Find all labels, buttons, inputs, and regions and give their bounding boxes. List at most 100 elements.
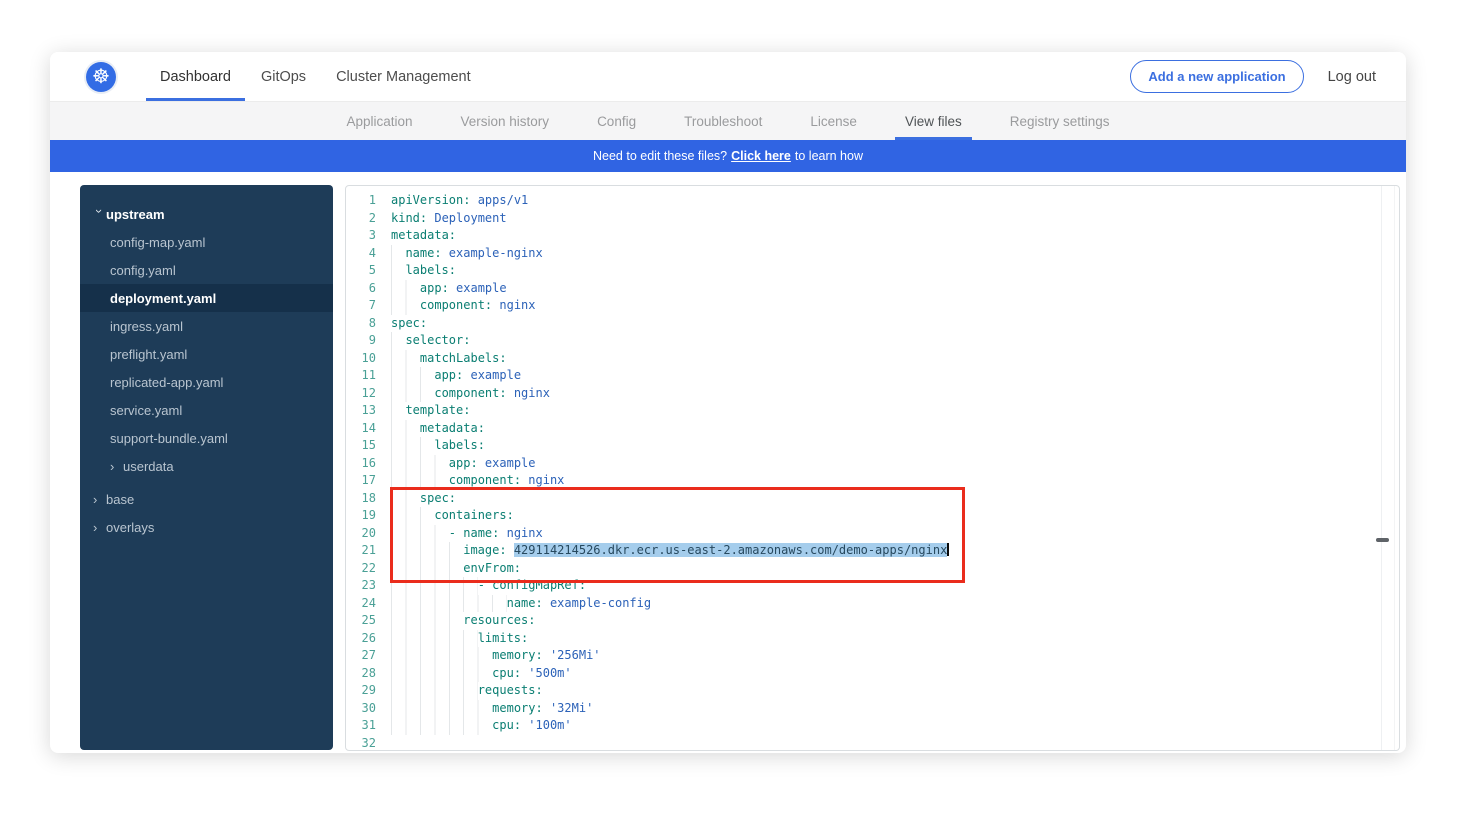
code-line: 23- configMapRef: <box>346 577 1399 595</box>
line-number: 19 <box>346 507 376 525</box>
tab-license[interactable]: License <box>810 102 857 140</box>
line-number: 1 <box>346 192 376 210</box>
code-line: 12component: nginx <box>346 385 1399 403</box>
sidebar-item-service-yaml[interactable]: service.yaml <box>80 396 333 424</box>
sidebar-item-label: base <box>106 492 134 507</box>
sidebar-item-base[interactable]: ›base <box>80 485 333 513</box>
kubernetes-logo[interactable]: ☸ <box>86 62 116 92</box>
secondary-nav: Application Version history Config Troubles… <box>50 102 1406 140</box>
line-number: 21 <box>346 542 376 560</box>
sidebar-item-label: userdata <box>123 459 174 474</box>
editor-scrollbar-thumb[interactable] <box>1376 538 1389 542</box>
sidebar-item-config-map-yaml[interactable]: config-map.yaml <box>80 228 333 256</box>
add-application-button[interactable]: Add a new application <box>1130 60 1303 93</box>
line-number: 7 <box>346 297 376 315</box>
line-number: 20 <box>346 525 376 543</box>
line-number: 27 <box>346 647 376 665</box>
nav-tab-gitops[interactable]: GitOps <box>261 52 306 101</box>
sidebar-item-label: service.yaml <box>110 403 182 418</box>
line-number: 23 <box>346 577 376 595</box>
code-line: 27memory: '256Mi' <box>346 647 1399 665</box>
line-number: 17 <box>346 472 376 490</box>
code-editor[interactable]: 1apiVersion: apps/v12kind: Deployment3me… <box>345 185 1400 751</box>
code-line: 11app: example <box>346 367 1399 385</box>
line-number: 29 <box>346 682 376 700</box>
line-number: 13 <box>346 402 376 420</box>
nav-tab-cluster-management[interactable]: Cluster Management <box>336 52 471 101</box>
line-number: 2 <box>346 210 376 228</box>
tab-version-history[interactable]: Version history <box>461 102 550 140</box>
line-number: 9 <box>346 332 376 350</box>
line-number: 14 <box>346 420 376 438</box>
sidebar-item-userdata[interactable]: ›userdata <box>80 452 333 480</box>
code-line: 15labels: <box>346 437 1399 455</box>
line-number: 11 <box>346 367 376 385</box>
tab-troubleshoot[interactable]: Troubleshoot <box>684 102 762 140</box>
sidebar-item-label: overlays <box>106 520 154 535</box>
line-number: 4 <box>346 245 376 263</box>
code-line: 4name: example-nginx <box>346 245 1399 263</box>
code-line: 17component: nginx <box>346 472 1399 490</box>
line-number: 8 <box>346 315 376 333</box>
selected-text: 429114214526.dkr.ecr.us-east-2.amazonaws… <box>514 543 947 557</box>
logout-button[interactable]: Log out <box>1328 69 1376 85</box>
kubernetes-helm-icon: ☸ <box>92 67 110 87</box>
line-number: 24 <box>346 595 376 613</box>
line-number: 31 <box>346 717 376 735</box>
sidebar-item-deployment-yaml[interactable]: deployment.yaml <box>80 284 333 312</box>
line-number: 6 <box>346 280 376 298</box>
sidebar-item-config-yaml[interactable]: config.yaml <box>80 256 333 284</box>
banner-click-here-link[interactable]: Click here <box>731 149 791 163</box>
code-line: 6app: example <box>346 280 1399 298</box>
app-window: ☸ Dashboard GitOps Cluster Management Add … <box>50 52 1406 753</box>
line-number: 25 <box>346 612 376 630</box>
code-line: 28cpu: '500m' <box>346 665 1399 683</box>
code-line: 26limits: <box>346 630 1399 648</box>
tab-application[interactable]: Application <box>346 102 412 140</box>
line-number: 32 <box>346 735 376 752</box>
chevron-right-icon: › <box>110 459 123 474</box>
line-number: 16 <box>346 455 376 473</box>
tab-config[interactable]: Config <box>597 102 636 140</box>
code-line: 29requests: <box>346 682 1399 700</box>
line-number: 28 <box>346 665 376 683</box>
banner-text-before: Need to edit these files? <box>593 149 727 163</box>
line-number: 30 <box>346 700 376 718</box>
chevron-right-icon: › <box>93 492 106 507</box>
sidebar-item-support-bundle-yaml[interactable]: support-bundle.yaml <box>80 424 333 452</box>
chevron-down-icon: › <box>92 209 107 222</box>
nav-tab-dashboard[interactable]: Dashboard <box>160 52 231 101</box>
code-line: 32 <box>346 735 1399 752</box>
code-line: 8spec: <box>346 315 1399 333</box>
sidebar-item-label: ingress.yaml <box>110 319 183 334</box>
code-line: 10matchLabels: <box>346 350 1399 368</box>
sidebar-item-ingress-yaml[interactable]: ingress.yaml <box>80 312 333 340</box>
code-line: 7component: nginx <box>346 297 1399 315</box>
tab-view-files[interactable]: View files <box>905 102 962 140</box>
code-line: 30memory: '32Mi' <box>346 700 1399 718</box>
sidebar-item-replicated-app-yaml[interactable]: replicated-app.yaml <box>80 368 333 396</box>
tab-registry-settings[interactable]: Registry settings <box>1010 102 1110 140</box>
code-line: 31cpu: '100m' <box>346 717 1399 735</box>
code-line: 5labels: <box>346 262 1399 280</box>
code-line: 24name: example-config <box>346 595 1399 613</box>
sidebar-item-preflight-yaml[interactable]: preflight.yaml <box>80 340 333 368</box>
editor-scrollbar-track <box>1381 186 1395 750</box>
sidebar-item-label: config.yaml <box>110 263 176 278</box>
line-number: 10 <box>346 350 376 368</box>
chevron-right-icon: › <box>93 520 106 535</box>
sidebar-item-upstream[interactable]: ›upstream <box>80 200 333 228</box>
line-number: 15 <box>346 437 376 455</box>
edit-files-banner: Need to edit these files? Click here to … <box>50 140 1406 172</box>
line-number: 18 <box>346 490 376 508</box>
code-line: 20- name: nginx <box>346 525 1399 543</box>
code-line: 22envFrom: <box>346 560 1399 578</box>
banner-text-after: to learn how <box>795 149 863 163</box>
sidebar-item-label: deployment.yaml <box>110 291 216 306</box>
code-line: 13template: <box>346 402 1399 420</box>
line-number: 12 <box>346 385 376 403</box>
sidebar-item-overlays[interactable]: ›overlays <box>80 513 333 541</box>
sidebar-item-label: support-bundle.yaml <box>110 431 228 446</box>
sidebar-item-label: upstream <box>106 207 165 222</box>
code-area: 1apiVersion: apps/v12kind: Deployment3me… <box>346 192 1399 751</box>
